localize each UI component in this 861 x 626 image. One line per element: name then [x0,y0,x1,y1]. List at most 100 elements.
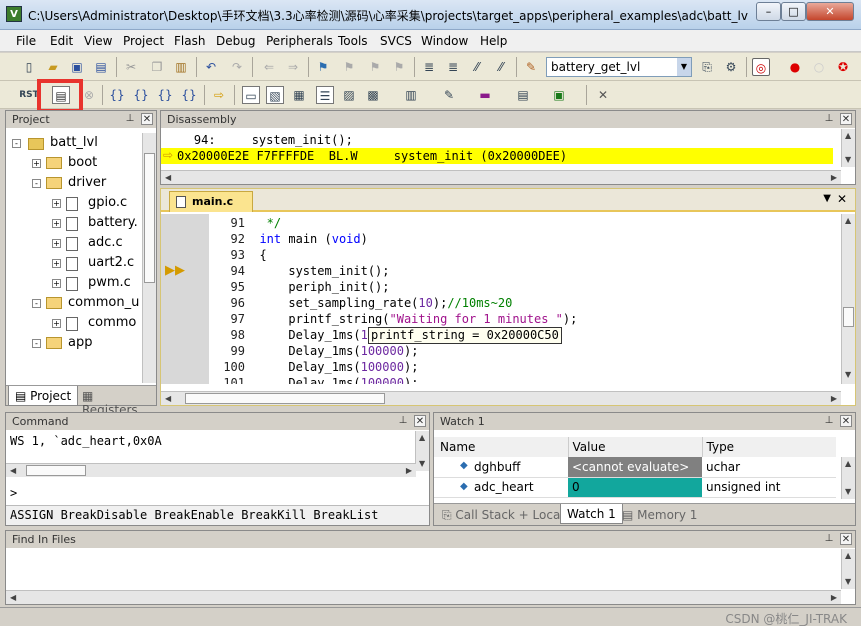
code-line[interactable]: 93 { [209,247,267,263]
code-line[interactable]: 99 Delay_1ms(100000); [209,343,419,359]
code-line[interactable]: 98 Delay_1ms(1( [209,327,376,343]
disassembly-current-line[interactable]: ⇨ 0x20000E2E F7FFFFDE BL.W system_init (… [161,148,833,164]
tab-memory-1[interactable]: ▤ Memory 1 [616,505,703,525]
close-button[interactable]: ✕ [806,2,854,21]
watch-window-icon[interactable]: ▩ [364,86,382,104]
find-hscroll[interactable]: ◀ ▶ [6,590,841,604]
open-folder-icon[interactable]: ▰ [44,58,62,76]
save-icon[interactable]: ▣ [68,58,86,76]
close-icon[interactable]: ✕ [141,113,153,125]
code-area[interactable]: 91 */92 int main (void) 93 {94 system_ini… [209,214,839,384]
watch-value[interactable]: <cannot evaluate> [568,457,702,477]
code-line[interactable]: 96 set_sampling_rate(10);//10ms~20 [209,295,513,311]
expander-icon[interactable]: + [52,199,61,208]
menu-file[interactable]: File [16,34,36,48]
maximize-button[interactable]: □ [781,2,806,21]
menu-project[interactable]: Project [123,34,164,48]
nav-forward-icon[interactable]: ⇒ [284,58,302,76]
undo-icon[interactable]: ↶ [202,58,220,76]
call-stack-window-icon[interactable]: ▨ [340,86,358,104]
find-in-files-icon[interactable]: ⎘ [698,58,716,76]
disassembly-scrollbar[interactable]: ▲ ▼ [841,129,855,167]
incremental-find-icon[interactable]: ⚙ [722,58,740,76]
system-viewer-icon[interactable]: ▣ [550,86,568,104]
expander-icon[interactable]: + [32,159,41,168]
debug-session-icon[interactable]: ◎ [752,58,770,76]
tab-list-icon[interactable]: ▼ [823,193,831,204]
paste-icon[interactable]: ▥ [172,58,190,76]
tab-registers[interactable]: ▦ Registers [76,386,156,417]
kill-breakpoints-icon[interactable]: ✪ [834,58,852,76]
target-function-select[interactable]: battery_get_lvl ▼ [546,57,692,77]
tab-watch-1[interactable]: Watch 1 [560,504,623,524]
collapse-icon[interactable]: - [12,139,21,148]
expander-icon[interactable]: + [52,319,61,328]
expander-icon[interactable]: + [52,259,61,268]
expander-icon[interactable]: + [52,279,61,288]
project-scrollbar[interactable] [142,133,156,383]
pin-icon[interactable]: ⊥ [397,415,409,427]
step-over-icon[interactable]: {} [132,86,150,104]
menu-peripherals[interactable]: Peripherals [266,34,333,48]
find-target-icon[interactable]: ✎ [522,58,540,76]
show-next-statement-icon[interactable]: ⇨ [210,86,228,104]
comment-icon[interactable]: ⁄⁄ [468,58,486,76]
tab-call-stack[interactable]: ⎘ Call Stack + Locals [436,505,576,525]
serial-window-icon[interactable]: ✎ [440,86,458,104]
close-icon[interactable]: ✕ [840,415,852,427]
expander-icon[interactable]: - [32,339,41,348]
tab-project[interactable]: ▤ Project [8,386,79,406]
bookmark-icon[interactable]: ⚑ [314,58,332,76]
bookmark-prev-icon[interactable]: ⚑ [340,58,358,76]
table-row[interactable]: ◆ adc_heart 0 unsigned int [434,477,836,497]
step-out-icon[interactable]: {} [156,86,174,104]
disassembly-hscroll[interactable]: ◀ ▶ [161,170,841,184]
toolbox-icon[interactable]: ✕ [594,86,612,104]
registers-window-icon[interactable]: ☰ [316,86,334,104]
chevron-down-icon[interactable]: ▼ [677,58,691,76]
pin-icon[interactable]: ⊥ [823,113,835,125]
code-line[interactable]: 97 printf_string("Waiting for 1 minutes … [209,311,578,327]
command-window-icon[interactable]: ▭ [242,86,260,104]
expander-icon[interactable]: + [52,239,61,248]
enable-breakpoint-icon[interactable]: ○ [810,58,828,76]
menu-edit[interactable]: Edit [50,34,73,48]
menu-window[interactable]: Window [421,34,468,48]
close-icon[interactable]: ✕ [840,533,852,545]
bookmark-clear-icon[interactable]: ⚑ [390,58,408,76]
unindent-icon[interactable]: ≣ [444,58,462,76]
tab-main-c[interactable]: main.c [169,191,253,212]
find-scrollbar[interactable]: ▲ ▼ [841,549,855,589]
column-name[interactable]: Name [434,437,569,457]
step-in-icon[interactable]: {} [108,86,126,104]
bookmark-next-icon[interactable]: ⚑ [366,58,384,76]
trace-window-icon[interactable]: ▤ [514,86,532,104]
expander-icon[interactable]: - [32,299,41,308]
symbols-window-icon[interactable]: ▦ [290,86,308,104]
table-row[interactable]: ◆ dghbuff <cannot evaluate> uchar [434,457,836,477]
code-line[interactable]: 95 periph_init(); [209,279,390,295]
close-tab-icon[interactable]: ✕ [837,192,847,206]
menu-help[interactable]: Help [480,34,507,48]
save-all-icon[interactable]: ▤ [92,58,110,76]
column-value[interactable]: Value [568,437,703,457]
memory-window-icon[interactable]: ▥ [402,86,420,104]
analysis-window-icon[interactable]: ▬ [476,86,494,104]
code-line[interactable]: 91 */ [209,215,282,231]
expander-icon[interactable]: + [52,219,61,228]
copy-icon[interactable]: ❐ [148,58,166,76]
watch-scrollbar[interactable]: ▲ ▼ [841,457,855,499]
close-icon[interactable]: ✕ [414,415,426,427]
new-file-icon[interactable]: ▯ [20,58,38,76]
close-icon[interactable]: ✕ [840,113,852,125]
command-hscroll[interactable]: ◀ ▶ [6,463,416,477]
expander-icon[interactable]: - [32,179,41,188]
menu-flash[interactable]: Flash [174,34,205,48]
uncomment-icon[interactable]: ⁄⁄ [492,58,510,76]
menu-debug[interactable]: Debug [216,34,255,48]
command-scrollbar[interactable]: ▲ ▼ [415,431,429,471]
code-line[interactable]: 92 int main (void) [209,231,368,247]
minimize-button[interactable]: – [756,2,781,21]
redo-icon[interactable]: ↷ [228,58,246,76]
pin-icon[interactable]: ⊥ [124,113,136,125]
